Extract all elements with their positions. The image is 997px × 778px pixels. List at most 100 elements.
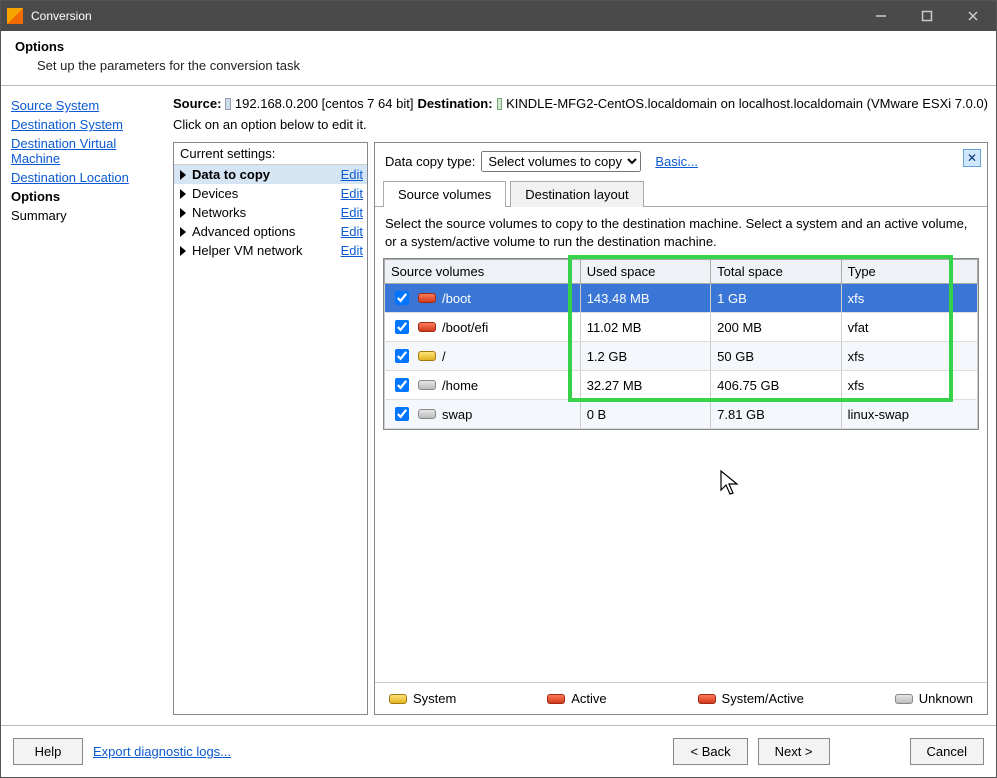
arrow-icon bbox=[180, 208, 186, 218]
footer: Help Export diagnostic logs... < Back Ne… bbox=[1, 725, 996, 777]
edit-link[interactable]: Edit bbox=[341, 167, 363, 182]
destination-pc-icon bbox=[497, 98, 503, 110]
fs-type: xfs bbox=[841, 284, 977, 313]
col-header[interactable]: Total space bbox=[711, 260, 841, 284]
source-destination-info: Source: 192.168.0.200 [centos 7 64 bit] … bbox=[173, 96, 988, 111]
arrow-icon bbox=[180, 227, 186, 237]
col-header[interactable]: Source volumes bbox=[385, 260, 581, 284]
disk-icon bbox=[418, 380, 436, 390]
settings-row-label: Devices bbox=[192, 186, 341, 201]
page-header: Options Set up the parameters for the co… bbox=[1, 31, 996, 86]
body: Source System Destination System Destinati… bbox=[1, 86, 996, 725]
tabs: Source volumesDestination layout bbox=[375, 180, 987, 207]
wizard-nav: Source System Destination System Destinati… bbox=[1, 86, 173, 725]
legend-item: Active bbox=[547, 691, 606, 706]
copytype-label: Data copy type: bbox=[385, 154, 475, 169]
volume-name: /home bbox=[442, 378, 478, 393]
arrow-icon bbox=[180, 189, 186, 199]
nav-item-0[interactable]: Source System bbox=[11, 98, 163, 113]
fs-type: xfs bbox=[841, 371, 977, 400]
used-space: 0 B bbox=[580, 400, 710, 429]
settings-panel: Current settings: Data to copyEditDevice… bbox=[173, 142, 368, 715]
edit-link[interactable]: Edit bbox=[341, 186, 363, 201]
edit-hint: Click on an option below to edit it. bbox=[173, 117, 988, 132]
volume-name: swap bbox=[442, 407, 472, 422]
volume-legend: System Active System/Active Unknown bbox=[375, 682, 987, 714]
destination-value: KINDLE-MFG2-CentOS.localdomain on localh… bbox=[506, 96, 988, 111]
edit-link[interactable]: Edit bbox=[341, 224, 363, 239]
cancel-button[interactable]: Cancel bbox=[910, 738, 984, 765]
volume-name: /boot/efi bbox=[442, 320, 488, 335]
help-button[interactable]: Help bbox=[13, 738, 83, 765]
tab-source-volumes[interactable]: Source volumes bbox=[383, 181, 506, 207]
settings-header: Current settings: bbox=[174, 143, 367, 165]
disk-icon bbox=[698, 694, 716, 704]
fs-type: linux-swap bbox=[841, 400, 977, 429]
total-space: 7.81 GB bbox=[711, 400, 841, 429]
disk-icon bbox=[547, 694, 565, 704]
settings-row-label: Data to copy bbox=[192, 167, 341, 182]
table-row[interactable]: /1.2 GB50 GBxfs bbox=[385, 342, 978, 371]
volume-checkbox[interactable] bbox=[395, 378, 409, 392]
disk-icon bbox=[895, 694, 913, 704]
settings-row-label: Helper VM network bbox=[192, 243, 341, 258]
fs-type: vfat bbox=[841, 313, 977, 342]
volume-name: / bbox=[442, 349, 446, 364]
volume-checkbox[interactable] bbox=[395, 349, 409, 363]
disk-icon bbox=[418, 322, 436, 332]
tab-destination-layout[interactable]: Destination layout bbox=[510, 181, 643, 207]
settings-row-networks[interactable]: NetworksEdit bbox=[174, 203, 367, 222]
table-row[interactable]: swap 0 B7.81 GBlinux-swap bbox=[385, 400, 978, 429]
used-space: 32.27 MB bbox=[580, 371, 710, 400]
nav-item-4: Options bbox=[11, 189, 163, 204]
settings-row-helper-vm-network[interactable]: Helper VM networkEdit bbox=[174, 241, 367, 260]
source-pc-icon bbox=[225, 98, 231, 110]
legend-item: Unknown bbox=[895, 691, 973, 706]
settings-row-advanced-options[interactable]: Advanced optionsEdit bbox=[174, 222, 367, 241]
nav-item-5: Summary bbox=[11, 208, 163, 223]
volume-checkbox[interactable] bbox=[395, 407, 409, 421]
edit-link[interactable]: Edit bbox=[341, 243, 363, 258]
disk-icon bbox=[389, 694, 407, 704]
source-value: 192.168.0.200 [centos 7 64 bit] bbox=[235, 96, 414, 111]
settings-row-label: Advanced options bbox=[192, 224, 341, 239]
volume-checkbox[interactable] bbox=[395, 320, 409, 334]
export-logs-link[interactable]: Export diagnostic logs... bbox=[93, 744, 231, 759]
close-button[interactable] bbox=[950, 1, 996, 31]
arrow-icon bbox=[180, 170, 186, 180]
page-title: Options bbox=[15, 39, 982, 54]
copytype-select[interactable]: Select volumes to copy bbox=[481, 151, 641, 172]
edit-link[interactable]: Edit bbox=[341, 205, 363, 220]
minimize-button[interactable] bbox=[858, 1, 904, 31]
close-detail-icon[interactable]: ✕ bbox=[963, 149, 981, 167]
next-button[interactable]: Next > bbox=[758, 738, 830, 765]
total-space: 200 MB bbox=[711, 313, 841, 342]
used-space: 11.02 MB bbox=[580, 313, 710, 342]
legend-item: System bbox=[389, 691, 456, 706]
settings-row-data-to-copy[interactable]: Data to copyEdit bbox=[174, 165, 367, 184]
nav-item-1[interactable]: Destination System bbox=[11, 117, 163, 132]
table-row[interactable]: /boot143.48 MB1 GBxfs bbox=[385, 284, 978, 313]
settings-row-devices[interactable]: DevicesEdit bbox=[174, 184, 367, 203]
total-space: 406.75 GB bbox=[711, 371, 841, 400]
back-button[interactable]: < Back bbox=[673, 738, 747, 765]
used-space: 1.2 GB bbox=[580, 342, 710, 371]
conversion-window: Conversion Options Set up the parameters… bbox=[0, 0, 997, 778]
arrow-icon bbox=[180, 246, 186, 256]
volume-checkbox[interactable] bbox=[395, 291, 409, 305]
destination-label: Destination: bbox=[417, 96, 492, 111]
nav-item-2[interactable]: Destination Virtual Machine bbox=[11, 136, 163, 166]
table-row[interactable]: /home 32.27 MB406.75 GBxfs bbox=[385, 371, 978, 400]
page-subtitle: Set up the parameters for the conversion… bbox=[37, 58, 982, 73]
col-header[interactable]: Used space bbox=[580, 260, 710, 284]
col-header[interactable]: Type bbox=[841, 260, 977, 284]
basic-link[interactable]: Basic... bbox=[655, 154, 698, 169]
detail-panel: ✕ Data copy type: Select volumes to copy… bbox=[374, 142, 988, 715]
table-row[interactable]: /boot/efi 11.02 MB200 MBvfat bbox=[385, 313, 978, 342]
volumes-table: Source volumesUsed spaceTotal spaceType … bbox=[383, 258, 979, 430]
legend-item: System/Active bbox=[698, 691, 804, 706]
disk-icon bbox=[418, 409, 436, 419]
nav-item-3[interactable]: Destination Location bbox=[11, 170, 163, 185]
maximize-button[interactable] bbox=[904, 1, 950, 31]
total-space: 50 GB bbox=[711, 342, 841, 371]
